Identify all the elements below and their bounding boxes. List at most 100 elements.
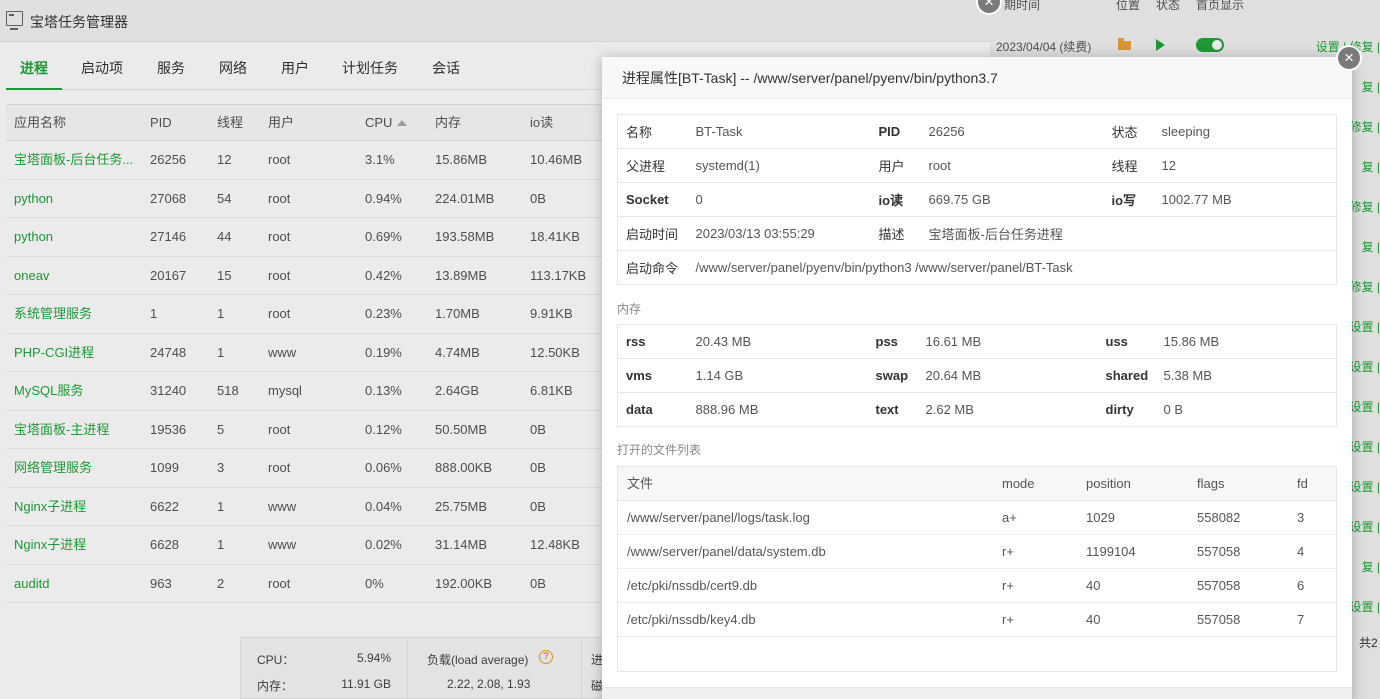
- process-name[interactable]: auditd: [14, 565, 142, 603]
- process-name[interactable]: 宝塔面板-主进程: [14, 411, 142, 449]
- open-files-header: 文件 mode position flags fd: [618, 467, 1336, 501]
- row-action-links[interactable]: 修复 |: [1350, 198, 1380, 215]
- row-action-links[interactable]: 设置 |: [1350, 438, 1380, 455]
- process-threads: 1: [217, 306, 225, 321]
- row-action-links[interactable]: 修复 |: [1350, 278, 1380, 295]
- process-user: root: [268, 421, 291, 437]
- process-user: root: [268, 267, 291, 283]
- swap-label: swap: [867, 358, 918, 393]
- process-cpu: 3.1%: [365, 152, 395, 167]
- process-cpu: 0.23%: [365, 306, 402, 321]
- process-name[interactable]: MySQL服务: [14, 372, 142, 410]
- process-pid: 27146: [150, 229, 187, 244]
- process-memory: 4.74MB: [435, 344, 480, 360]
- vms-label: vms: [617, 358, 688, 393]
- row-action-links[interactable]: 修复 |: [1350, 118, 1380, 135]
- file-path: /www/server/panel/logs/task.log: [627, 510, 810, 525]
- process-threads: 1: [217, 498, 225, 514]
- table-row: /www/server/panel/logs/task.log a+ 1029 558…: [618, 501, 1336, 535]
- threads-value: 12: [1153, 148, 1337, 183]
- io-write-label: io写: [1103, 182, 1154, 217]
- user-label: 用户: [870, 148, 921, 183]
- tab-users[interactable]: 用户: [281, 58, 309, 78]
- file-fd: 7: [1297, 612, 1305, 627]
- row-action-links[interactable]: 设置 |: [1350, 398, 1380, 415]
- process-name[interactable]: oneav: [14, 257, 142, 295]
- process-name[interactable]: python: [14, 180, 142, 218]
- uss-label: uss: [1105, 334, 1128, 349]
- process-user: www: [268, 537, 297, 552]
- tab-processes[interactable]: 进程: [20, 58, 48, 78]
- process-io-read: 12.48KB: [530, 537, 580, 552]
- process-name[interactable]: 网络管理服务: [14, 449, 142, 487]
- name-label: 名称: [626, 125, 653, 140]
- process-cpu: 0.06%: [365, 460, 402, 475]
- col-header-mode: mode: [1002, 476, 1035, 491]
- col-header-threads[interactable]: 线程: [217, 105, 243, 141]
- help-icon[interactable]: ?: [539, 650, 553, 664]
- process-name[interactable]: 宝塔面板-后台任务...: [14, 141, 142, 179]
- row-action-links[interactable]: 设置 |: [1350, 598, 1380, 615]
- process-pid: 27068: [150, 190, 187, 206]
- description-value: 宝塔面板-后台任务进程: [920, 216, 1337, 251]
- col-header-status: 状态: [1156, 0, 1181, 12]
- process-threads: 5: [217, 421, 225, 437]
- col-header-name[interactable]: 应用名称: [14, 105, 142, 141]
- process-name[interactable]: python: [14, 218, 142, 256]
- homepage-toggle[interactable]: [1196, 38, 1224, 52]
- process-name[interactable]: Nginx子进程: [14, 488, 142, 526]
- pid-value: 26256: [928, 124, 965, 139]
- col-header-cpu-label: CPU: [365, 115, 393, 130]
- swap-value: 20.64 MB: [917, 358, 1098, 393]
- expiry-date: 2023/04/04 (续费): [996, 40, 1092, 54]
- process-cpu: 0.04%: [365, 498, 402, 514]
- tab-scheduled-tasks[interactable]: 计划任务: [342, 58, 398, 78]
- file-flags: 557058: [1197, 578, 1241, 593]
- folder-icon[interactable]: [1118, 38, 1131, 50]
- process-name[interactable]: Nginx子进程: [14, 526, 142, 564]
- row-action-links[interactable]: 设置 |: [1350, 518, 1380, 535]
- tab-network[interactable]: 网络: [219, 58, 247, 78]
- process-name[interactable]: 系统管理服务: [14, 295, 142, 333]
- process-user: www: [268, 344, 297, 360]
- row-action-links[interactable]: 设置 |: [1350, 478, 1380, 495]
- col-header-user[interactable]: 用户: [268, 105, 294, 141]
- row-action-links[interactable]: 设置 |: [1350, 358, 1380, 375]
- memory-section-title: 内存: [617, 302, 642, 316]
- row-action-links[interactable]: 复 |: [1362, 558, 1380, 575]
- process-io-read: 0B: [530, 498, 546, 514]
- tab-startup[interactable]: 启动项: [81, 58, 123, 78]
- start-time-value: 2023/03/13 03:55:29: [687, 216, 871, 251]
- process-pid: 26256: [150, 152, 187, 167]
- start-command-label: 启动命令: [617, 250, 688, 285]
- col-header-fd: fd: [1297, 476, 1308, 491]
- col-header-pid[interactable]: PID: [150, 105, 172, 141]
- row-action-links[interactable]: 复 |: [1362, 238, 1380, 255]
- start-command-value: /www/server/panel/pyenv/bin/python3 /www…: [687, 250, 1337, 285]
- process-memory: 25.75MB: [435, 498, 488, 514]
- process-user: root: [268, 152, 291, 167]
- cpu-stat-label: CPU：: [257, 653, 295, 667]
- col-header-cpu[interactable]: CPU: [365, 105, 408, 141]
- sort-ascending-icon: [397, 120, 408, 126]
- process-cpu: 0.94%: [365, 190, 402, 206]
- tab-services[interactable]: 服务: [157, 58, 185, 78]
- col-header-io-read[interactable]: io读: [530, 105, 553, 141]
- monitor-icon: [6, 11, 23, 30]
- row-action-links[interactable]: 复 |: [1362, 78, 1380, 95]
- memory-stat-value: 11.91 GB: [341, 677, 391, 691]
- file-mode: r+: [1002, 612, 1014, 627]
- close-icon[interactable]: ×: [1336, 45, 1362, 71]
- table-row: /www/server/panel/data/system.db r+ 119910…: [618, 535, 1336, 569]
- parent-label: 父进程: [617, 148, 688, 183]
- play-icon[interactable]: [1156, 39, 1165, 51]
- process-memory: 192.00KB: [435, 575, 493, 591]
- tab-sessions[interactable]: 会话: [432, 58, 460, 78]
- total-count: 共2: [1359, 636, 1378, 650]
- process-name[interactable]: PHP-CGI进程: [14, 334, 142, 372]
- col-header-position: position: [1086, 476, 1131, 491]
- process-cpu: 0.19%: [365, 344, 402, 360]
- col-header-memory[interactable]: 内存: [435, 105, 461, 141]
- row-action-links[interactable]: 设置 |: [1350, 318, 1380, 335]
- row-action-links[interactable]: 复 |: [1362, 158, 1380, 175]
